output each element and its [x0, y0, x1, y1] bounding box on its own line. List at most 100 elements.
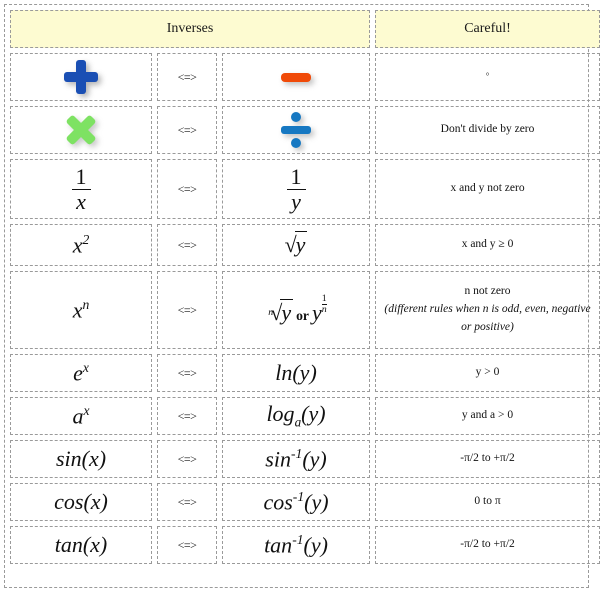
radicand: y [280, 299, 294, 326]
power-exponent: n [82, 296, 90, 312]
function-argument: (y) [302, 446, 327, 472]
table-row: sin(x) <=> sin-1(y) -π/2 to +π/2 [10, 440, 601, 478]
fraction-numerator: 1 [75, 164, 87, 190]
cell-function-e-to-x: ex [10, 354, 152, 392]
cell-function-times [10, 106, 152, 154]
cell-arrow: <=> [157, 159, 217, 219]
table-row: <=> Don't divide by zero [10, 106, 601, 154]
cell-careful: -π/2 to +π/2 [375, 526, 601, 564]
cell-function-a-to-x: ax [10, 397, 152, 435]
careful-line-1: n not zero [464, 285, 511, 298]
square-root: √y [285, 231, 308, 258]
cell-arrow: <=> [157, 53, 217, 101]
times-icon-wrap [14, 109, 148, 151]
cell-inverse-nth-root: n√y or y 1 n [222, 271, 371, 349]
fraction-denominator: y [286, 188, 306, 213]
cell-inverse-reciprocal-y: 1 y [222, 159, 371, 219]
cell-inverse-arccos: cos-1(y) [222, 483, 371, 521]
fraction: 1 y [286, 165, 306, 213]
cell-arrow: <=> [157, 106, 217, 154]
divide-dot-top [291, 112, 302, 122]
plus-icon [64, 60, 98, 94]
or-word: or [296, 308, 309, 324]
cell-inverse-minus [222, 53, 371, 101]
cell-arrow: <=> [157, 483, 217, 521]
function-name: cos [263, 489, 293, 515]
cell-careful: x and y not zero [375, 159, 601, 219]
power-exponent: x [82, 359, 89, 375]
cell-function-x-squared: x2 [10, 224, 152, 266]
cell-function-tan: tan(x) [10, 526, 152, 564]
cell-inverse-arctan: tan-1(y) [222, 526, 371, 564]
cell-function-sin: sin(x) [10, 440, 152, 478]
cell-arrow: <=> [157, 271, 217, 349]
power-base: x [72, 232, 83, 258]
header-inverses: Inverses [10, 10, 371, 48]
function-name: cos [54, 489, 84, 514]
divide-bar [281, 126, 312, 134]
table-row: 1 x <=> 1 y x and y not zero [10, 159, 601, 219]
table-row: x2 <=> √y x and y ≥ 0 [10, 224, 601, 266]
fraction: 1 x [71, 164, 91, 213]
cell-careful: Don't divide by zero [375, 106, 601, 154]
table-row: <=> ° [10, 53, 601, 101]
function-name: tan [264, 532, 293, 558]
power-exponent: 2 [82, 231, 90, 247]
cell-careful: 0 to π [375, 483, 601, 521]
function-argument: (x) [81, 446, 107, 471]
function-name: ln [275, 360, 293, 385]
cell-arrow: <=> [157, 397, 217, 435]
root-index: n [268, 306, 274, 318]
function-argument: (x) [83, 489, 108, 514]
function-name: sin [265, 446, 291, 472]
inverse-functions-table: Inverses Careful! <=> ° <=> Don't divide… [5, 5, 601, 569]
table-header-row: Inverses Careful! [10, 10, 601, 48]
cell-arrow: <=> [157, 224, 217, 266]
divide-icon [281, 112, 312, 148]
alt-power-base: y [311, 300, 322, 326]
nth-root: n√y [265, 299, 294, 326]
times-icon [65, 114, 97, 146]
cell-careful: -π/2 to +π/2 [375, 440, 601, 478]
power-exponent: x [83, 402, 90, 418]
inverse-exponent: -1 [292, 488, 305, 504]
divide-dot-bottom [291, 138, 302, 148]
cell-inverse-arcsin: sin-1(y) [222, 440, 371, 478]
function-name: tan [54, 532, 83, 557]
function-argument: (x) [82, 532, 108, 557]
inverse-exponent: -1 [292, 531, 304, 547]
power-base: x [72, 297, 83, 323]
function-name: sin [55, 446, 82, 471]
cell-careful: ° [375, 53, 601, 101]
cell-arrow: <=> [157, 354, 217, 392]
header-careful: Careful! [375, 10, 601, 48]
cell-inverse-divide [222, 106, 371, 154]
inverse-functions-table-page: Inverses Careful! <=> ° <=> Don't divide… [4, 4, 601, 588]
fraction-denominator: x [71, 188, 91, 213]
plus-icon-wrap [14, 56, 148, 98]
function-name: log [266, 401, 295, 427]
cell-arrow: <=> [157, 526, 217, 564]
cell-arrow: <=> [157, 440, 217, 478]
power-base: e [73, 360, 83, 386]
cell-inverse-sqrt-y: √y [222, 224, 371, 266]
table-row: tan(x) <=> tan-1(y) -π/2 to +π/2 [10, 526, 601, 564]
cell-careful: n not zero (different rules when n is od… [375, 271, 601, 349]
careful-line-2: (different rules when n is odd, even, ne… [384, 303, 591, 333]
cell-function-x-to-n: xn [10, 271, 152, 349]
function-argument: (y) [301, 401, 326, 427]
function-argument: (y) [304, 489, 329, 515]
cell-function-cos: cos(x) [10, 483, 152, 521]
cell-inverse-log: loga(y) [222, 397, 371, 435]
function-argument: (y) [292, 360, 317, 385]
table-row: xn <=> n√y or y 1 n n not zero (different ru… [10, 271, 601, 349]
cell-careful: y and a > 0 [375, 397, 601, 435]
cell-careful: x and y ≥ 0 [375, 224, 601, 266]
power-base: a [72, 403, 84, 429]
cell-inverse-ln: ln(y) [222, 354, 371, 392]
table-row: ax <=> loga(y) y and a > 0 [10, 397, 601, 435]
table-row: ex <=> ln(y) y > 0 [10, 354, 601, 392]
alt-power-exponent-fraction: 1n [321, 292, 327, 315]
divide-icon-wrap [226, 109, 366, 151]
alt-exponent-numerator: 1 [321, 292, 327, 304]
